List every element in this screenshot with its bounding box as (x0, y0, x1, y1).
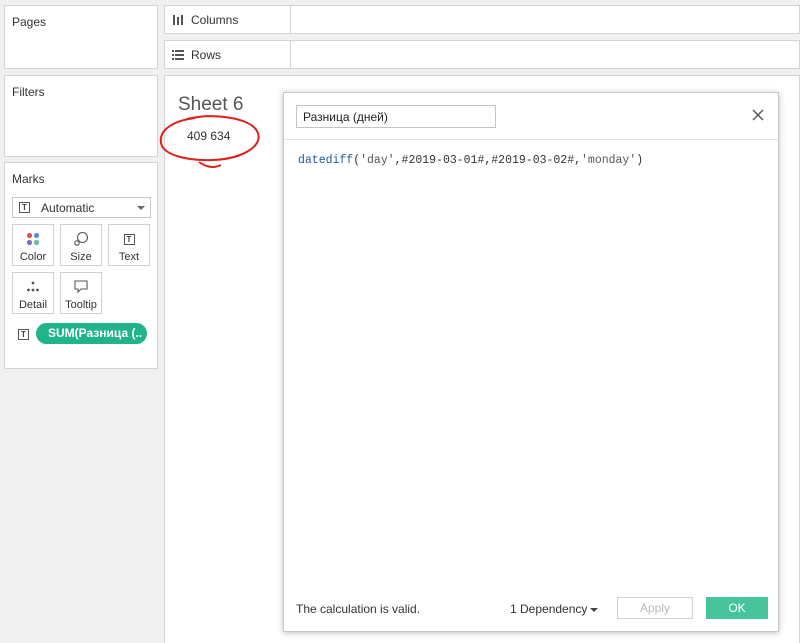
formula-editor[interactable]: datediff('day',#2019-03-01#,#2019-03-02#… (298, 154, 643, 167)
chevron-down-icon (137, 206, 145, 210)
filters-title: Filters (12, 85, 45, 99)
size-label: Size (70, 251, 92, 263)
close-icon[interactable] (751, 108, 765, 122)
calculation-status: The calculation is valid. (296, 602, 421, 616)
color-button[interactable]: Color (12, 224, 54, 266)
mark-type-label: Automatic (41, 201, 95, 215)
rows-text: Rows (191, 48, 222, 62)
color-label: Color (19, 251, 47, 263)
text-label: Text (118, 251, 140, 263)
size-button[interactable]: Size (60, 224, 102, 266)
apply-button[interactable]: Apply (617, 597, 693, 619)
filters-panel: Filters (4, 75, 158, 157)
detail-button[interactable]: Detail (12, 272, 54, 314)
color-icon (13, 231, 53, 247)
dependency-label: 1 Dependency (510, 602, 588, 616)
annotation-circle (159, 115, 260, 168)
automatic-text-icon: T (19, 202, 30, 213)
dialog-divider (284, 139, 778, 140)
rows-icon (172, 50, 184, 60)
chevron-down-icon (590, 607, 599, 612)
dependency-dropdown[interactable]: 1 Dependency (510, 602, 599, 616)
pages-panel: Pages (4, 5, 158, 69)
rows-shelf-label: Rows (165, 41, 291, 68)
columns-shelf-label: Columns (165, 6, 291, 33)
calculation-name-input[interactable] (296, 105, 496, 128)
formula-arg-1: 'day' (360, 154, 395, 167)
columns-icon (173, 15, 183, 25)
tooltip-icon (61, 279, 101, 295)
sum-pill[interactable]: SUM(Разница (.. (36, 323, 147, 344)
size-icon (61, 231, 101, 247)
tooltip-button[interactable]: Tooltip (60, 272, 102, 314)
text-icon: T (109, 231, 149, 247)
formula-close-paren: ) (636, 154, 644, 167)
formula-arg-4: 'monday' (581, 154, 637, 167)
text-button[interactable]: T Text (108, 224, 150, 266)
calculation-dialog: datediff('day',#2019-03-01#,#2019-03-02#… (283, 92, 779, 632)
formula-function: datediff (298, 154, 354, 167)
ok-button[interactable]: OK (706, 597, 768, 619)
pages-title: Pages (12, 15, 47, 29)
detail-icon (13, 279, 53, 295)
formula-arg-2: #2019-03-01# (401, 154, 485, 167)
columns-text: Columns (191, 13, 239, 27)
formula-comma-1: , (394, 154, 402, 167)
tooltip-label: Tooltip (65, 299, 97, 311)
formula-arg-3: #2019-03-02# (491, 154, 575, 167)
formula-comma-3: , (574, 154, 582, 167)
marks-title: Marks (12, 172, 45, 186)
rows-shelf[interactable]: Rows (164, 40, 800, 69)
pill-text-icon: T (18, 329, 29, 340)
detail-label: Detail (18, 299, 48, 311)
columns-shelf[interactable]: Columns (164, 5, 800, 34)
mark-type-select[interactable]: T Automatic (12, 197, 151, 218)
